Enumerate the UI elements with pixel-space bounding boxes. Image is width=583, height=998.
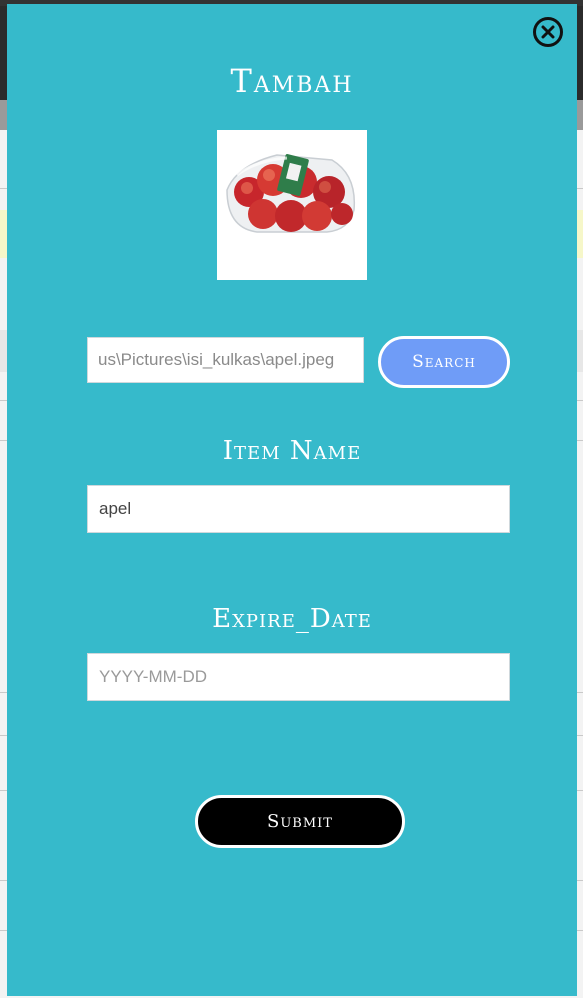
- submit-button[interactable]: Submit: [195, 795, 405, 848]
- expire-date-label: Expire_Date: [212, 604, 372, 634]
- expire-date-input[interactable]: [87, 653, 510, 701]
- item-image-preview: [217, 130, 367, 280]
- close-circle-icon: [541, 25, 555, 39]
- file-path-value: us\Pictures\isi_kulkas\apel.jpeg: [98, 350, 335, 369]
- close-button[interactable]: [533, 17, 563, 47]
- modal-title: Tambah: [230, 62, 354, 100]
- item-name-label: Item Name: [222, 436, 362, 466]
- add-item-modal: Tambah us\Pictures\isi_kulkas\apel.jpeg: [7, 4, 577, 996]
- apple-bag-image: [226, 154, 356, 233]
- item-name-input[interactable]: [87, 485, 510, 533]
- search-button[interactable]: Search: [378, 336, 510, 388]
- file-path-input[interactable]: us\Pictures\isi_kulkas\apel.jpeg: [87, 337, 364, 383]
